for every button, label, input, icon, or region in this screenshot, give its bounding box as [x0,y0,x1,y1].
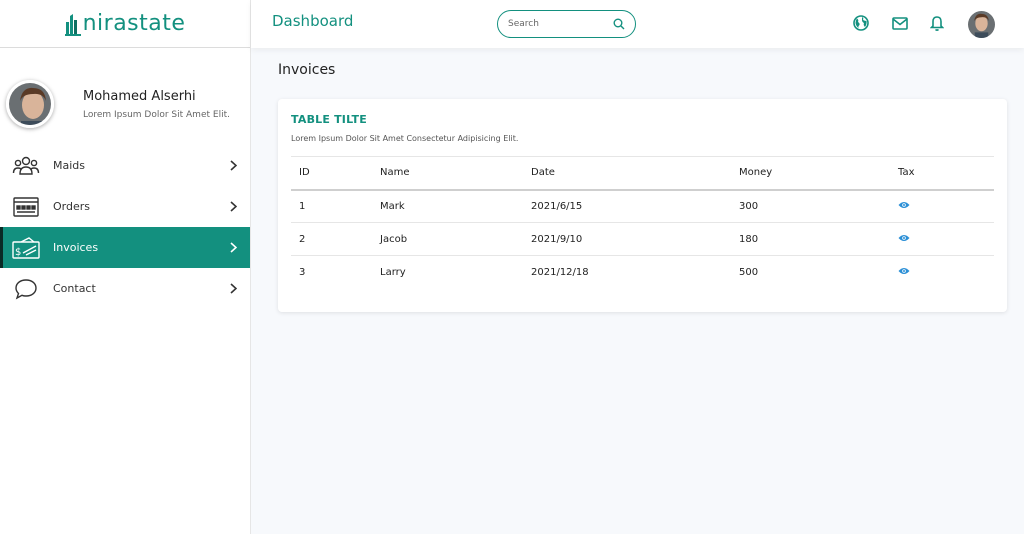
user-profile: Mohamed Alserhi Lorem Ipsum Dolor Sit Am… [0,68,250,140]
eye-icon[interactable] [898,267,910,275]
cell-tax [898,189,994,223]
search-box[interactable] [497,10,636,38]
svg-text:$: $ [15,247,21,258]
search-input[interactable] [508,19,608,29]
search-icon[interactable] [613,18,625,30]
sidebar-item-invoices[interactable]: $ Invoices [0,227,250,268]
sidebar-item-maids[interactable]: Maids [0,145,250,186]
building-logo-icon [64,14,81,36]
logo-row: nirastate [0,0,250,48]
cell-id: 2 [291,222,380,256]
chevron-right-icon [228,160,238,172]
cell-id: 3 [299,266,306,278]
sidebar: nirastate Mohamed Alserhi Lorem Ipsum Do… [0,0,251,534]
sidebar-item-label: Contact [53,282,96,295]
chevron-right-icon [228,242,238,254]
sidebar-item-label: Orders [53,200,90,213]
cell-money: 500 [739,266,759,278]
cell-money: 180 [739,222,898,256]
chat-bubble-icon [11,277,41,301]
page-header-title: Dashboard [272,12,354,30]
card-title: TABLE TILTE [291,113,367,126]
profile-name: Mohamed Alserhi [83,88,196,104]
cell-name: Mark [380,189,531,223]
column-header-name: Name [380,156,531,191]
sidebar-item-contact[interactable]: Contact [0,268,250,309]
page-title: Invoices [278,62,336,78]
cell-id: 1 [291,189,380,223]
cell-date: 2021/9/10 [531,222,739,256]
cell-tax [898,222,994,256]
invoice-icon: $ [11,236,41,260]
topbar: Dashboard [251,0,1024,48]
column-header-date: Date [531,156,739,191]
card-subtitle: Lorem Ipsum Dolor Sit Amet Consectetur A… [291,134,519,143]
cell-money: 300 [739,189,898,223]
logo[interactable]: nirastate [64,11,186,36]
eye-icon[interactable] [898,234,910,242]
eye-icon[interactable] [898,201,910,209]
sidebar-item-label: Maids [53,159,86,172]
cell-name: Larry [380,266,406,278]
avatar[interactable] [6,80,54,128]
cell-tax [898,256,994,289]
mail-icon[interactable] [891,14,909,32]
column-header-tax: Tax [898,156,994,191]
bell-icon[interactable] [928,14,946,32]
orders-icon [11,195,41,219]
cell-name: Jacob [380,222,531,256]
chevron-right-icon [228,283,238,295]
avatar[interactable] [968,11,995,38]
globe-icon[interactable] [852,14,870,32]
logo-text: nirastate [82,11,186,36]
table-row: 2 Jacob 2021/9/10 180 [291,222,994,256]
sidebar-nav: Maids Orders $ Invoices Contact [0,145,250,309]
column-header-id: ID [291,156,380,191]
profile-subtitle: Lorem Ipsum Dolor Sit Amet Elit. [83,109,230,120]
sidebar-item-label: Invoices [53,241,99,254]
invoices-card: TABLE TILTE Lorem Ipsum Dolor Sit Amet C… [278,99,1007,312]
table-row: 1 Mark 2021/6/15 300 [291,189,994,223]
chevron-right-icon [228,201,238,213]
cell-date: 2021/12/18 [531,266,589,278]
table-row: 3 Larry 2021/12/18 500 [291,256,994,289]
column-header-money: Money [739,156,898,191]
table-header-row: ID Name Date Money Tax [291,156,994,191]
people-icon [11,154,41,178]
cell-date: 2021/6/15 [531,189,739,223]
sidebar-item-orders[interactable]: Orders [0,186,250,227]
invoices-table: ID Name Date Money Tax 1 Mark 2021/6/15 … [291,156,994,289]
